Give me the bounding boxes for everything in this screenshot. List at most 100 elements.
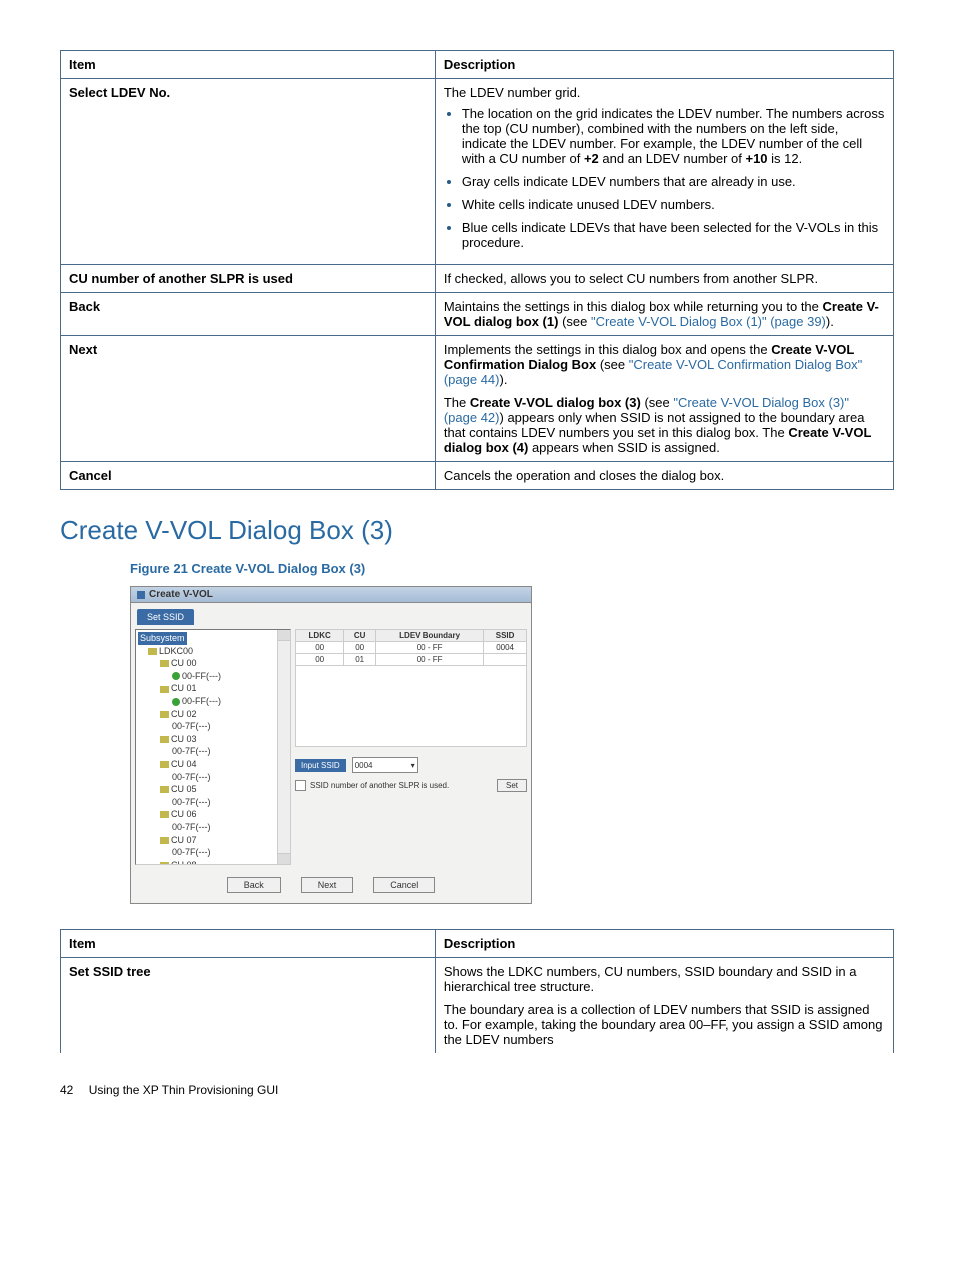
page-footer: 42 Using the XP Thin Provisioning GUI [60, 1083, 894, 1097]
tree-pane[interactable]: Subsystem LDKC00 CU 00 00-FF(---) CU 01 … [135, 629, 291, 865]
grid-header: LDKC [296, 630, 344, 642]
tree-leaf[interactable]: 00-FF(---) [138, 695, 288, 708]
properties-table-1: Item Description Select LDEV No. The LDE… [60, 50, 894, 490]
tree-node-ldkc[interactable]: LDKC00 [138, 645, 288, 658]
cancel-button[interactable]: Cancel [373, 877, 435, 893]
tree-label: CU 08 [171, 860, 197, 865]
tree-label: 00-7F(---) [172, 772, 211, 782]
back-button[interactable]: Back [227, 877, 281, 893]
text: ). [500, 372, 508, 387]
grid-empty-area [295, 666, 527, 747]
folder-icon [160, 837, 169, 844]
table-row: Cancel Cancels the operation and closes … [61, 462, 894, 490]
set-button[interactable]: Set [497, 779, 527, 792]
right-pane: LDKC CU LDEV Boundary SSID 00 00 00 - FF… [295, 629, 527, 865]
tree-label: 00-7F(---) [172, 822, 211, 832]
grid-header: CU [344, 630, 376, 642]
tree-node-cu[interactable]: CU 03 [138, 733, 288, 746]
grid-row[interactable]: 00 00 00 - FF 0004 [296, 642, 527, 654]
text: Maintains the settings in this dialog bo… [444, 299, 823, 314]
tab-set-ssid[interactable]: Set SSID [137, 609, 194, 625]
folder-icon [160, 686, 169, 693]
scrollbar[interactable] [277, 630, 290, 864]
text: Implements the settings in this dialog b… [444, 342, 771, 357]
grid-cell [484, 654, 527, 666]
footer-title: Using the XP Thin Provisioning GUI [89, 1083, 279, 1097]
grid-header: LDEV Boundary [376, 630, 484, 642]
folder-icon [160, 660, 169, 667]
next-button[interactable]: Next [301, 877, 354, 893]
tree-leaf[interactable]: 00-7F(---) [138, 796, 288, 809]
tree-label: CU 03 [171, 734, 197, 744]
tree-leaf[interactable]: 00-FF(---) [138, 670, 288, 683]
tree-leaf[interactable]: 00-7F(---) [138, 846, 288, 859]
ssid-select[interactable]: 0004▾ [352, 757, 418, 773]
col-header-description: Description [435, 930, 893, 958]
grid-cell: 0004 [484, 642, 527, 654]
tree-node-cu[interactable]: CU 08 [138, 859, 288, 865]
tree-leaf[interactable]: 00-7F(---) [138, 821, 288, 834]
paragraph: The Create V-VOL dialog box (3) (see "Cr… [444, 395, 885, 455]
text: is 12. [768, 151, 803, 166]
col-header-description: Description [435, 51, 893, 79]
tree-node-cu[interactable]: CU 01 [138, 682, 288, 695]
folder-icon [160, 811, 169, 818]
tree-label: 00-7F(---) [172, 746, 211, 756]
col-header-item: Item [61, 930, 436, 958]
tree-leaf[interactable]: 00-7F(---) [138, 745, 288, 758]
dialog-screenshot: Create V-VOL Set SSID Subsystem LDKC00 C… [130, 586, 532, 904]
tree-root-label: Subsystem [138, 632, 187, 645]
input-ssid-row: Input SSID 0004▾ [295, 757, 527, 773]
item-cell: Set SSID tree [61, 958, 436, 1054]
bold-text: Create V-VOL dialog box (3) [470, 395, 641, 410]
bold-text: +2 [584, 151, 599, 166]
figure-caption: Figure 21 Create V-VOL Dialog Box (3) [130, 561, 894, 576]
slpr-checkbox[interactable] [295, 780, 306, 791]
dialog-title: Create V-VOL [149, 589, 213, 600]
folder-icon [160, 786, 169, 793]
table-row: Set SSID tree Shows the LDKC numbers, CU… [61, 958, 894, 1054]
tree-leaf[interactable]: 00-7F(---) [138, 771, 288, 784]
table-row: CU number of another SLPR is used If che… [61, 265, 894, 293]
desc-cell: The LDEV number grid. The location on th… [435, 79, 893, 265]
scroll-down-icon[interactable] [278, 853, 290, 864]
grid-row[interactable]: 00 01 00 - FF [296, 654, 527, 666]
tree-leaf[interactable]: 00-7F(---) [138, 720, 288, 733]
tree-node-cu[interactable]: CU 07 [138, 834, 288, 847]
desc-bullets: The location on the grid indicates the L… [444, 106, 885, 250]
tree-node-cu[interactable]: CU 05 [138, 783, 288, 796]
folder-icon [160, 736, 169, 743]
list-item: The location on the grid indicates the L… [462, 106, 885, 166]
desc-cell: Maintains the settings in this dialog bo… [435, 293, 893, 336]
desc-cell: Cancels the operation and closes the dia… [435, 462, 893, 490]
cross-ref-link[interactable]: "Create V-VOL Dialog Box (1)" (page 39) [591, 314, 826, 329]
tree-node-cu[interactable]: CU 04 [138, 758, 288, 771]
tree-node-cu[interactable]: CU 00 [138, 657, 288, 670]
item-cell: Back [61, 293, 436, 336]
tree-label: CU 05 [171, 784, 197, 794]
input-ssid-label: Input SSID [295, 759, 346, 772]
dialog-titlebar: Create V-VOL [131, 587, 531, 603]
desc-cell: If checked, allows you to select CU numb… [435, 265, 893, 293]
tree-label: CU 07 [171, 835, 197, 845]
text: ). [826, 314, 834, 329]
dialog-body: Subsystem LDKC00 CU 00 00-FF(---) CU 01 … [131, 625, 531, 869]
table-row: Back Maintains the settings in this dial… [61, 293, 894, 336]
tree-node-cu[interactable]: CU 02 [138, 708, 288, 721]
item-cell: Next [61, 336, 436, 462]
ssid-grid[interactable]: LDKC CU LDEV Boundary SSID 00 00 00 - FF… [295, 629, 527, 666]
tree-node-cu[interactable]: CU 06 [138, 808, 288, 821]
bold-text: +10 [745, 151, 767, 166]
text: (see [596, 357, 629, 372]
scroll-up-icon[interactable] [278, 630, 290, 641]
grid-cell: 00 - FF [376, 654, 484, 666]
dialog-button-bar: Back Next Cancel [131, 869, 531, 903]
tree-root[interactable]: Subsystem [138, 632, 288, 645]
properties-table-2: Item Description Set SSID tree Shows the… [60, 929, 894, 1053]
section-heading: Create V-VOL Dialog Box (3) [60, 515, 894, 546]
tree-label: CU 06 [171, 809, 197, 819]
grid-cell: 00 [296, 642, 344, 654]
folder-icon [148, 648, 157, 655]
text: (see [641, 395, 674, 410]
tree-label: CU 04 [171, 759, 197, 769]
